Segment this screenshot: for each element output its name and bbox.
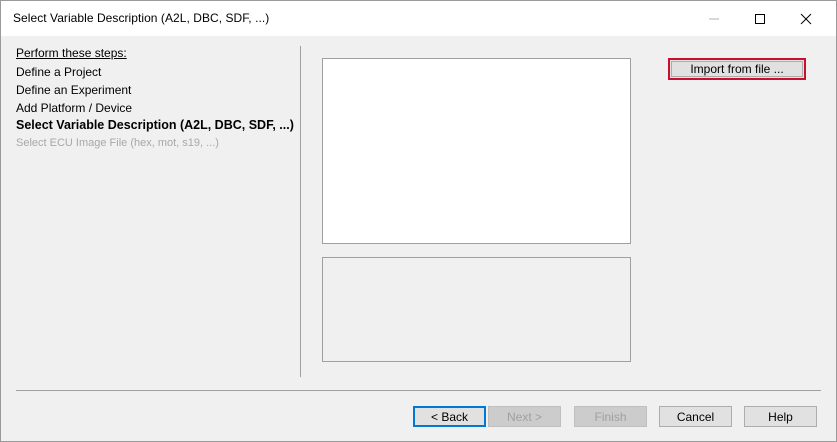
finish-button[interactable]: Finish	[574, 406, 647, 427]
maximize-icon	[755, 13, 765, 24]
step-add-platform: Add Platform / Device	[16, 101, 133, 115]
minimize-icon	[709, 18, 719, 19]
step-select-ecu-image: Select ECU Image File (hex, mot, s19, ..…	[16, 137, 219, 149]
import-from-file-button[interactable]: Import from file ...	[668, 58, 806, 80]
title-bar[interactable]: Select Variable Description (A2L, DBC, S…	[1, 1, 836, 36]
close-button[interactable]	[783, 1, 829, 36]
import-from-file-label: Import from file ...	[671, 61, 803, 77]
step-select-variable-description: Select Variable Description (A2L, DBC, S…	[16, 118, 294, 132]
back-button[interactable]: < Back	[413, 406, 486, 427]
footer-divider	[16, 390, 821, 391]
wizard-dialog: Select Variable Description (A2L, DBC, S…	[0, 0, 837, 442]
step-define-experiment: Define an Experiment	[16, 83, 132, 97]
next-button[interactable]: Next >	[488, 406, 561, 427]
step-define-project: Define a Project	[16, 65, 102, 79]
window-title: Select Variable Description (A2L, DBC, S…	[13, 11, 270, 25]
vertical-divider	[300, 46, 301, 377]
steps-heading: Perform these steps:	[16, 46, 127, 60]
close-icon	[800, 13, 812, 24]
maximize-button[interactable]	[737, 1, 783, 36]
cancel-button[interactable]: Cancel	[659, 406, 732, 427]
variable-description-list[interactable]	[322, 58, 631, 244]
minimize-button[interactable]	[691, 1, 737, 36]
details-panel	[322, 257, 631, 362]
help-button[interactable]: Help	[744, 406, 817, 427]
